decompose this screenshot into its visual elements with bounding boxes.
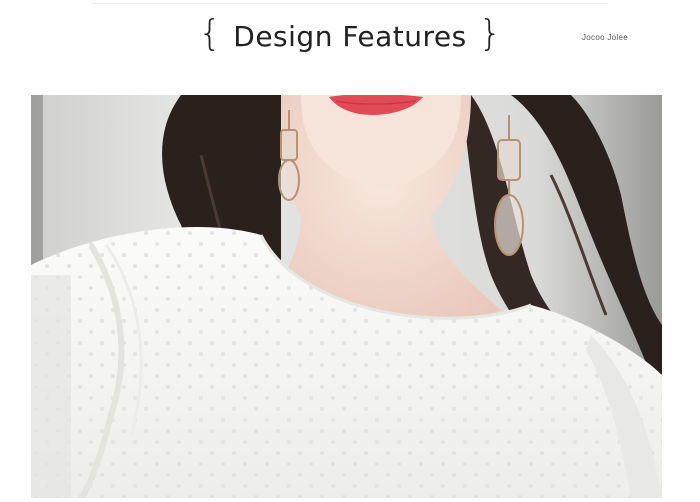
heading-title: Design Features — [233, 19, 467, 53]
product-photo — [31, 95, 662, 498]
brand-label: Jocoo Jolee — [582, 33, 628, 42]
top-divider — [92, 3, 608, 4]
heading-close-brace: } — [478, 13, 502, 54]
heading-open-brace: { — [198, 13, 222, 54]
